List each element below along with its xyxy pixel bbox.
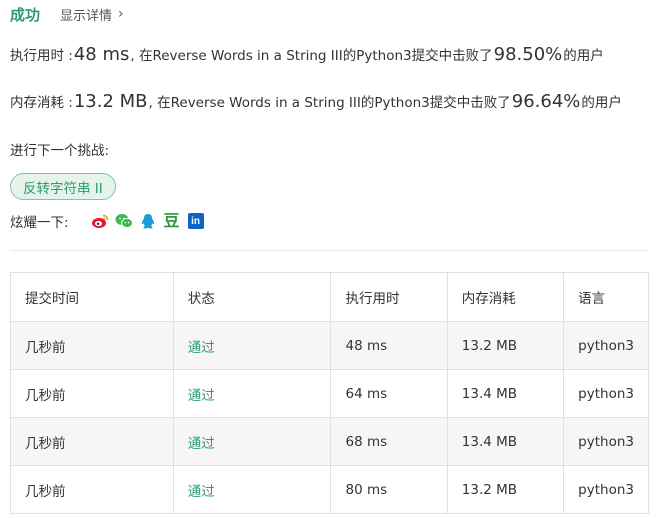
header-submit-time: 提交时间	[10, 272, 174, 322]
section-divider	[10, 250, 649, 251]
memory-percent: 96.64%	[511, 91, 581, 112]
cell-submit-time: 几秒前	[10, 417, 174, 466]
cell-runtime: 80 ms	[330, 465, 448, 514]
runtime-percent: 98.50%	[493, 44, 563, 65]
runtime-value: 48 ms	[73, 44, 130, 65]
cell-memory: 13.2 MB	[446, 321, 565, 370]
header-runtime: 执行用时	[330, 272, 448, 322]
next-challenge-button[interactable]: 反转字符串 II	[10, 173, 116, 200]
cell-language: python3	[563, 369, 649, 418]
cell-submit-time: 几秒前	[10, 321, 174, 370]
table-row: 几秒前 通过 64 ms 13.4 MB python3	[10, 369, 649, 418]
header-language: 语言	[563, 272, 649, 322]
memory-suffix: 的用户	[581, 95, 622, 111]
cell-runtime: 64 ms	[330, 369, 448, 418]
header-memory: 内存消耗	[446, 272, 565, 322]
show-details-link[interactable]: 显示详情 ›	[60, 5, 124, 24]
show-details-label: 显示详情	[60, 8, 113, 24]
cell-memory: 13.2 MB	[446, 465, 565, 514]
status-link[interactable]: 通过	[188, 436, 215, 452]
memory-value: 13.2 MB	[73, 91, 148, 112]
table-row: 几秒前 通过 68 ms 13.4 MB python3	[10, 417, 649, 466]
douban-icon[interactable]: 豆	[163, 212, 181, 230]
cell-memory: 13.4 MB	[446, 369, 565, 418]
table-header-row: 提交时间 状态 执行用时 内存消耗 语言	[10, 272, 649, 322]
cell-language: python3	[563, 465, 649, 514]
cell-submit-time: 几秒前	[10, 465, 174, 514]
share-row: 炫耀一下: 豆 in	[10, 210, 211, 232]
wechat-icon[interactable]	[115, 212, 133, 230]
next-challenge-label: 进行下一个挑战:	[10, 143, 110, 159]
table-row: 几秒前 通过 48 ms 13.2 MB python3	[10, 321, 649, 370]
runtime-label: 执行用时 :	[10, 48, 73, 64]
qq-icon[interactable]	[139, 212, 157, 230]
cell-runtime: 68 ms	[330, 417, 448, 466]
status-title: 成功	[10, 5, 41, 24]
weibo-icon[interactable]	[91, 212, 109, 230]
runtime-suffix: 的用户	[563, 48, 604, 64]
cell-submit-time: 几秒前	[10, 369, 174, 418]
cell-language: python3	[563, 417, 649, 466]
share-label: 炫耀一下:	[10, 215, 69, 231]
chevron-right-icon: ›	[118, 6, 124, 22]
memory-stat: 内存消耗 : 13.2 MB , 在Reverse Words in a Str…	[10, 91, 622, 112]
cell-runtime: 48 ms	[330, 321, 448, 370]
linkedin-glyph: in	[187, 213, 204, 229]
memory-label: 内存消耗 :	[10, 95, 73, 111]
linkedin-icon[interactable]: in	[187, 212, 205, 230]
memory-mid-text: , 在Reverse Words in a String III的Python3…	[148, 95, 511, 111]
cell-language: python3	[563, 321, 649, 370]
runtime-stat: 执行用时 : 48 ms , 在Reverse Words in a Strin…	[10, 44, 604, 65]
status-link[interactable]: 通过	[188, 484, 215, 500]
submissions-table: 提交时间 状态 执行用时 内存消耗 语言 几秒前 通过 48 ms 13.2 M…	[10, 272, 649, 514]
cell-memory: 13.4 MB	[446, 417, 565, 466]
status-link[interactable]: 通过	[188, 340, 215, 356]
douban-glyph: 豆	[163, 211, 180, 230]
status-link[interactable]: 通过	[188, 388, 215, 404]
runtime-mid-text: , 在Reverse Words in a String III的Python3…	[130, 48, 493, 64]
result-header: 成功 显示详情 ›	[10, 3, 124, 25]
header-status: 状态	[172, 272, 332, 322]
table-row: 几秒前 通过 80 ms 13.2 MB python3	[10, 465, 649, 514]
